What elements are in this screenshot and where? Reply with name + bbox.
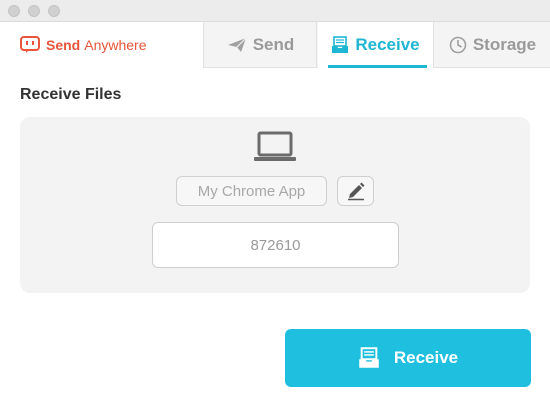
tab-storage[interactable]: Storage	[435, 22, 550, 68]
inbox-tray-icon	[359, 347, 379, 368]
brand-logo: Send Anywhere	[0, 22, 204, 68]
send-anywhere-logo-icon	[20, 36, 40, 53]
close-window-button[interactable]	[8, 5, 20, 17]
device-name-field: My Chrome App	[176, 176, 327, 206]
receive-button-label: Receive	[393, 348, 459, 367]
receive-button[interactable]: Receive	[285, 329, 531, 387]
inbox-tray-icon	[332, 36, 349, 53]
active-tab-indicator	[328, 65, 427, 68]
tab-receive-label: Receive	[355, 35, 420, 54]
paper-plane-icon	[227, 37, 247, 52]
brand-name-bold: Send	[46, 37, 81, 53]
tab-send[interactable]: Send	[205, 22, 317, 68]
minimize-window-button[interactable]	[28, 5, 40, 17]
tab-storage-label: Storage	[472, 35, 537, 54]
page-title: Receive Files	[20, 86, 122, 103]
window-titlebar	[0, 0, 550, 22]
clock-icon	[449, 36, 467, 54]
brand-name-rest: Anywhere	[84, 37, 147, 53]
laptop-icon	[254, 131, 296, 161]
tab-bar: Send Anywhere Send Receive Storage	[0, 22, 550, 68]
pencil-icon	[347, 182, 364, 201]
tab-send-label: Send	[252, 35, 295, 54]
receive-key-input[interactable]: 872610	[152, 222, 399, 268]
tab-receive[interactable]: Receive	[318, 22, 434, 68]
maximize-window-button[interactable]	[48, 5, 60, 17]
edit-device-name-button[interactable]	[337, 176, 374, 206]
